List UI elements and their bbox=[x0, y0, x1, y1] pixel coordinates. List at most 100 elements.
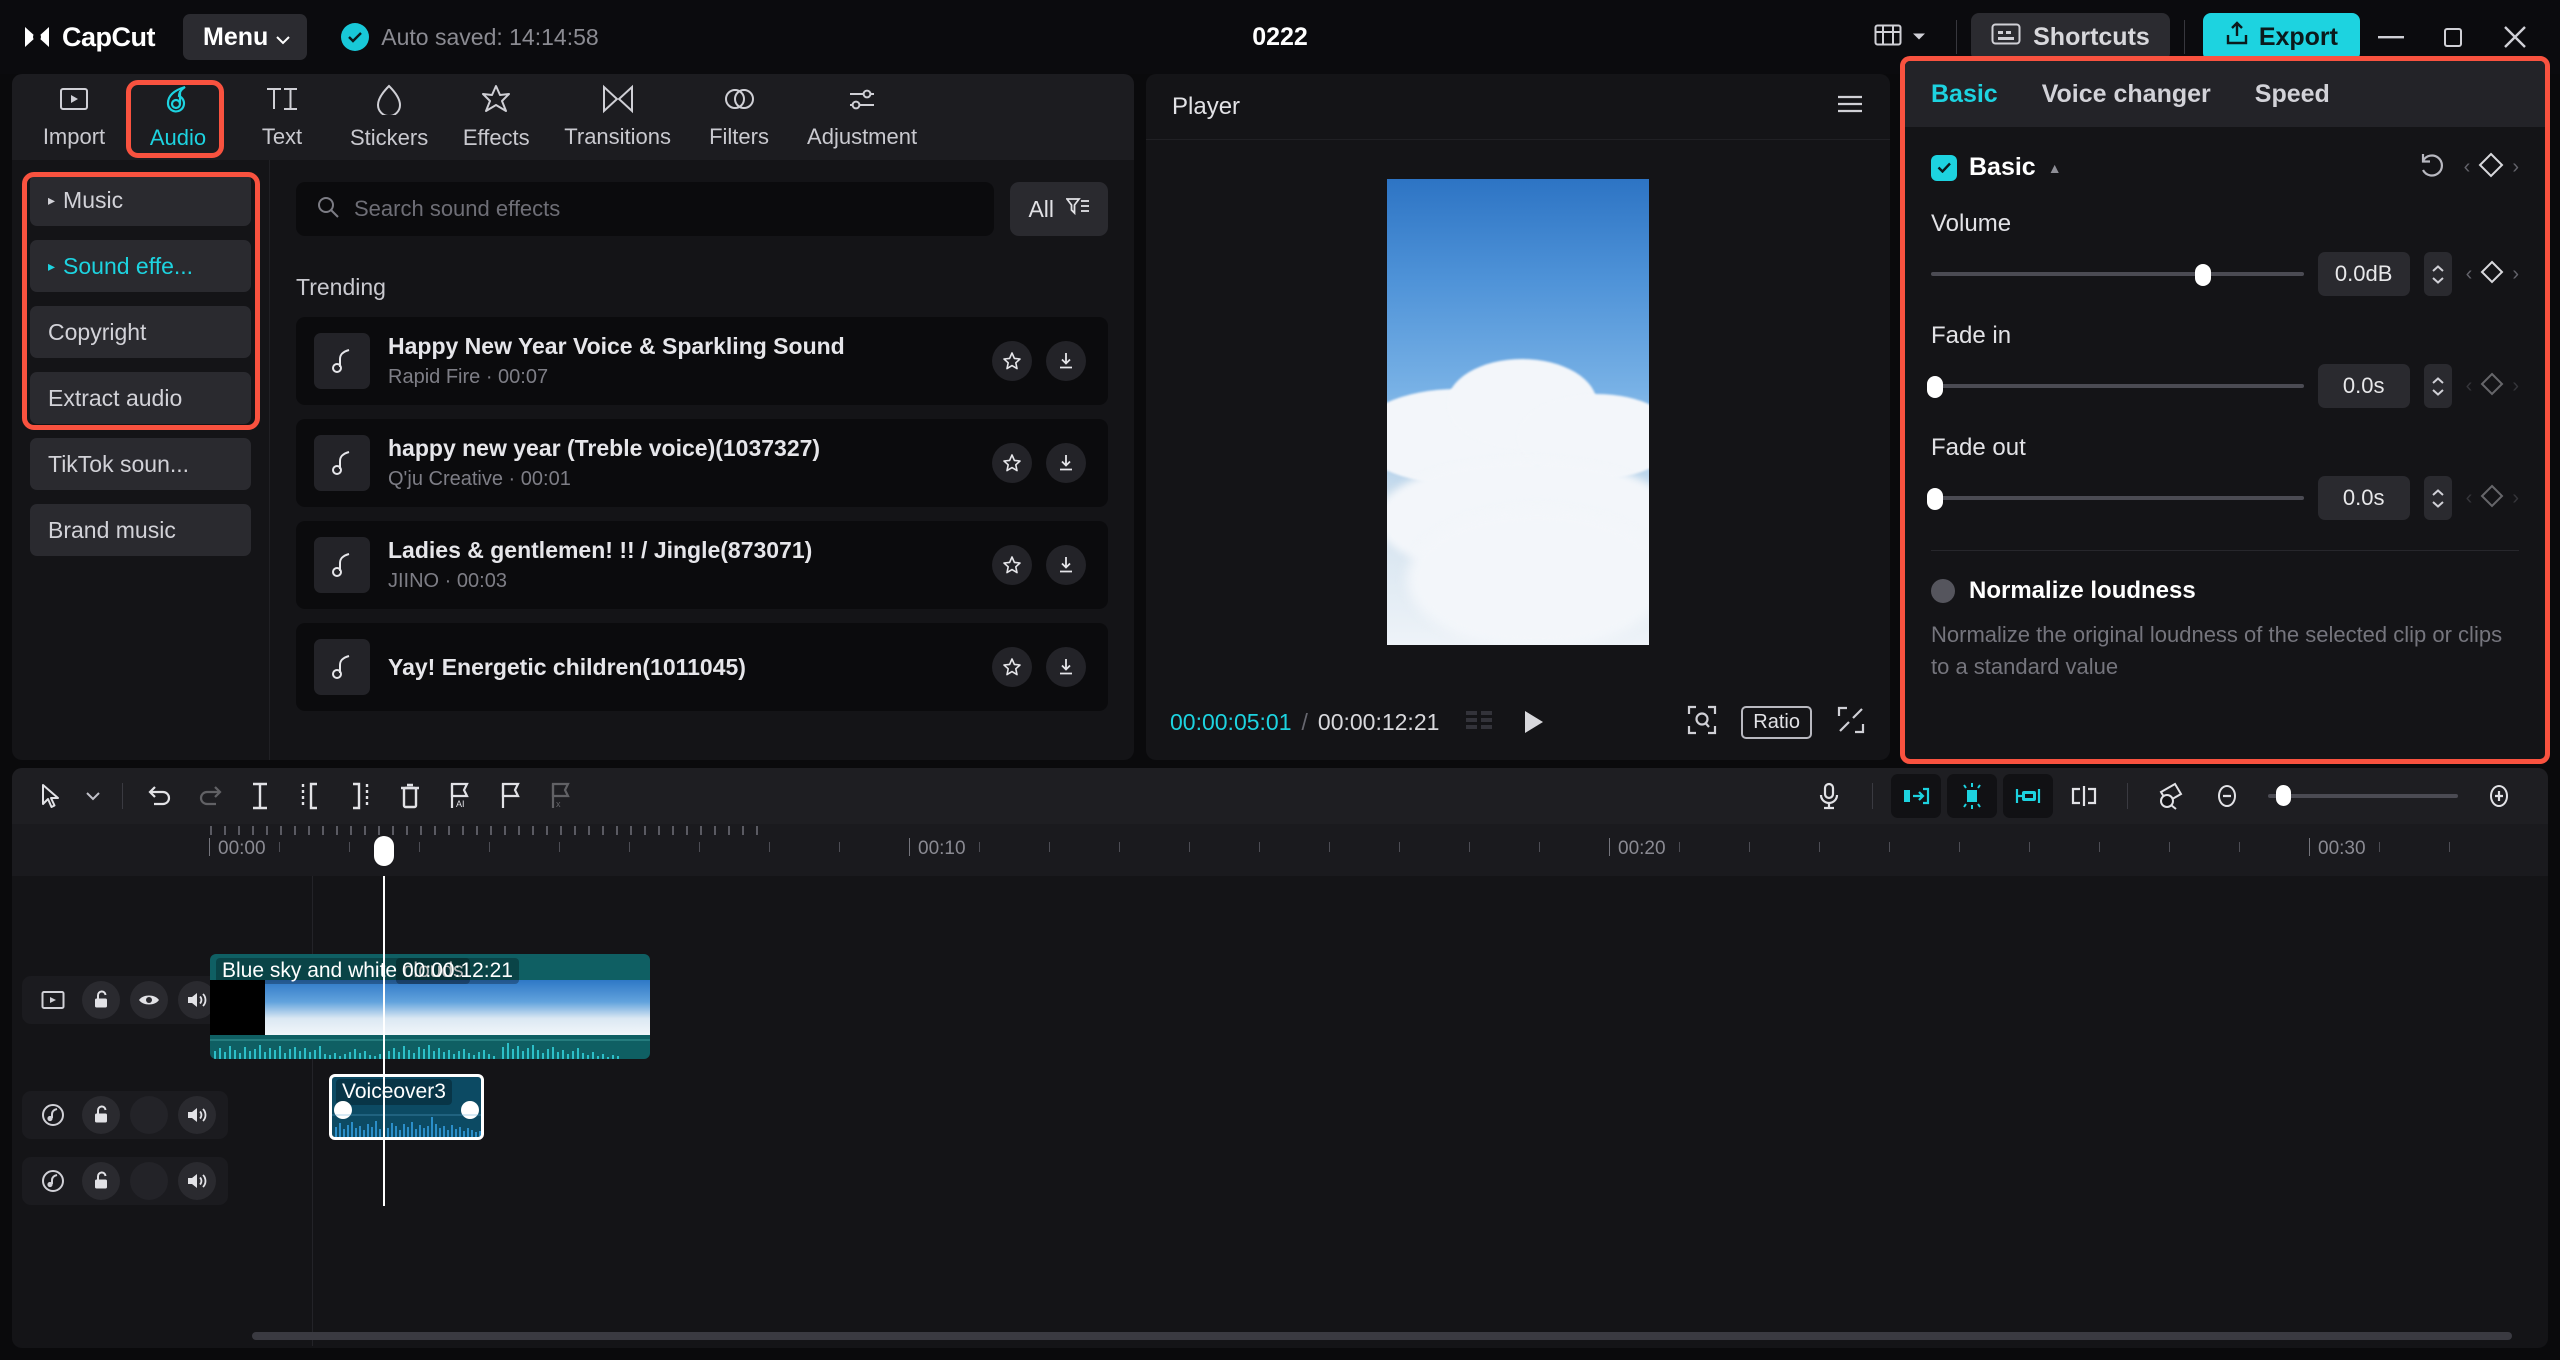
favorite-star-icon[interactable] bbox=[992, 647, 1032, 687]
trim-right-icon[interactable] bbox=[335, 774, 385, 818]
redo-icon[interactable] bbox=[185, 774, 235, 818]
favorite-star-icon[interactable] bbox=[992, 341, 1032, 381]
auto-highlight-icon[interactable] bbox=[1947, 774, 1997, 818]
clip-audio-voiceover[interactable]: Voiceover3 bbox=[329, 1074, 484, 1140]
keyframe-prev-icon[interactable]: ‹ bbox=[2466, 263, 2473, 286]
download-icon[interactable] bbox=[1046, 647, 1086, 687]
keyframe-diamond-icon[interactable] bbox=[2480, 260, 2504, 289]
keyframe-prev-icon[interactable]: ‹ bbox=[2464, 156, 2471, 179]
volume-stepper[interactable] bbox=[2423, 252, 2452, 296]
fade-out-stepper[interactable] bbox=[2423, 476, 2452, 520]
crop-zoom-icon[interactable] bbox=[1687, 705, 1717, 740]
favorite-star-icon[interactable] bbox=[992, 443, 1032, 483]
snap-left-icon[interactable] bbox=[1891, 774, 1941, 818]
play-button[interactable] bbox=[1521, 708, 1547, 736]
category-extract-audio[interactable]: Extract audio bbox=[30, 372, 251, 424]
fullscreen-icon[interactable] bbox=[1836, 705, 1866, 740]
eye-icon[interactable] bbox=[130, 981, 168, 1019]
menu-button[interactable]: Menu bbox=[183, 14, 308, 60]
keyframe-next-icon[interactable]: › bbox=[2512, 375, 2519, 398]
category-tiktok-sounds[interactable]: TikTok soun... bbox=[30, 438, 251, 490]
keyframe-diamond-icon[interactable] bbox=[2478, 152, 2504, 183]
category-sound-effects[interactable]: ▸ Sound effe... bbox=[30, 240, 251, 292]
export-button[interactable]: Export bbox=[2202, 13, 2360, 61]
timeline-horizontal-scrollbar[interactable] bbox=[252, 1332, 2512, 1340]
search-box[interactable] bbox=[296, 182, 995, 236]
nav-tab-filters[interactable]: Filters bbox=[691, 79, 787, 155]
fade-in-slider[interactable] bbox=[1927, 372, 2304, 400]
slider-thumb[interactable] bbox=[2195, 264, 2212, 286]
grid-icon[interactable] bbox=[1465, 709, 1495, 735]
ai-marker-icon[interactable]: AI bbox=[435, 774, 485, 818]
microphone-icon[interactable] bbox=[1804, 774, 1854, 818]
fade-out-slider[interactable] bbox=[1927, 484, 2304, 512]
flag-remove-icon[interactable]: x bbox=[535, 774, 585, 818]
slider-thumb[interactable] bbox=[1927, 376, 1943, 398]
tab-voice-changer[interactable]: Voice changer bbox=[2042, 80, 2211, 109]
fade-in-stepper[interactable] bbox=[2423, 364, 2452, 408]
keyframe-prev-icon[interactable]: ‹ bbox=[2466, 487, 2473, 510]
shortcuts-button[interactable]: Shortcuts bbox=[1971, 13, 2170, 61]
slider-thumb[interactable] bbox=[1927, 488, 1943, 510]
fade-in-value[interactable]: 0.0s bbox=[2317, 364, 2410, 408]
download-icon[interactable] bbox=[1046, 443, 1086, 483]
favorite-star-icon[interactable] bbox=[992, 545, 1032, 585]
download-icon[interactable] bbox=[1046, 341, 1086, 381]
ruler-zoom-icon[interactable] bbox=[2146, 774, 2196, 818]
nav-tab-text[interactable]: Text bbox=[234, 79, 330, 155]
category-copyright[interactable]: Copyright bbox=[30, 306, 251, 358]
zoom-out-icon[interactable] bbox=[2202, 774, 2252, 818]
nav-tab-effects[interactable]: Effects bbox=[448, 79, 544, 155]
split-align-icon[interactable] bbox=[2059, 774, 2109, 818]
speaker-icon[interactable] bbox=[178, 1162, 216, 1200]
keyframe-next-icon[interactable]: › bbox=[2512, 156, 2519, 179]
download-icon[interactable] bbox=[1046, 545, 1086, 585]
snap-right-icon[interactable] bbox=[2003, 774, 2053, 818]
list-item[interactable]: Happy New Year Voice & Sparkling Sound R… bbox=[296, 317, 1108, 405]
playhead-grip[interactable] bbox=[374, 836, 394, 866]
keyframe-next-icon[interactable]: › bbox=[2512, 487, 2519, 510]
volume-slider[interactable] bbox=[1931, 260, 2304, 288]
keyframe-prev-icon[interactable]: ‹ bbox=[2466, 375, 2473, 398]
speaker-icon[interactable] bbox=[178, 1096, 216, 1134]
playhead[interactable] bbox=[374, 836, 394, 1206]
keyframe-diamond-icon[interactable] bbox=[2480, 484, 2504, 513]
list-item[interactable]: Yay! Energetic children(1011045) bbox=[296, 623, 1108, 711]
tool-dropdown-chevron-down-icon[interactable] bbox=[76, 774, 110, 818]
category-brand-music[interactable]: Brand music bbox=[30, 504, 251, 556]
flag-icon[interactable] bbox=[485, 774, 535, 818]
normalize-loudness-toggle[interactable] bbox=[1931, 579, 1955, 603]
category-music[interactable]: ▸ Music bbox=[30, 174, 251, 226]
list-item[interactable]: happy new year (Treble voice)(1037327) Q… bbox=[296, 419, 1108, 507]
tab-basic[interactable]: Basic bbox=[1931, 80, 1998, 109]
nav-tab-audio[interactable]: Audio bbox=[130, 79, 226, 155]
tab-speed[interactable]: Speed bbox=[2255, 80, 2330, 109]
hamburger-icon[interactable] bbox=[1836, 94, 1864, 119]
layout-button[interactable] bbox=[1858, 23, 1942, 52]
slider-thumb[interactable] bbox=[2276, 785, 2291, 806]
nav-tab-import[interactable]: Import bbox=[26, 79, 122, 155]
nav-tab-stickers[interactable]: Stickers bbox=[338, 79, 440, 155]
nav-tab-adjustment[interactable]: Adjustment bbox=[795, 79, 929, 155]
keyframe-next-icon[interactable]: › bbox=[2512, 263, 2519, 286]
select-cursor-icon[interactable] bbox=[26, 774, 76, 818]
trim-left-icon[interactable] bbox=[285, 774, 335, 818]
ratio-button[interactable]: Ratio bbox=[1741, 705, 1812, 739]
nav-tab-transitions[interactable]: Transitions bbox=[552, 79, 683, 155]
split-icon[interactable] bbox=[235, 774, 285, 818]
player-stage[interactable] bbox=[1146, 140, 1890, 684]
list-item[interactable]: Ladies & gentlemen! !! / Jingle(873071) … bbox=[296, 521, 1108, 609]
undo-icon[interactable] bbox=[135, 774, 185, 818]
zoom-in-icon[interactable] bbox=[2474, 774, 2524, 818]
chevron-up-icon[interactable]: ▲ bbox=[2048, 160, 2062, 176]
filter-all-button[interactable]: All bbox=[1010, 182, 1108, 236]
unlock-icon[interactable] bbox=[82, 1162, 120, 1200]
delete-icon[interactable] bbox=[385, 774, 435, 818]
reset-icon[interactable] bbox=[2418, 151, 2446, 184]
timeline-zoom-slider[interactable] bbox=[2268, 783, 2458, 809]
fade-out-value[interactable]: 0.0s bbox=[2317, 476, 2410, 520]
clip-video[interactable]: Blue sky and white clouds 00:00:12:21 bbox=[210, 954, 650, 1059]
basic-section-checkbox[interactable] bbox=[1931, 154, 1957, 181]
search-input[interactable] bbox=[354, 196, 975, 222]
unlock-icon[interactable] bbox=[82, 1096, 120, 1134]
